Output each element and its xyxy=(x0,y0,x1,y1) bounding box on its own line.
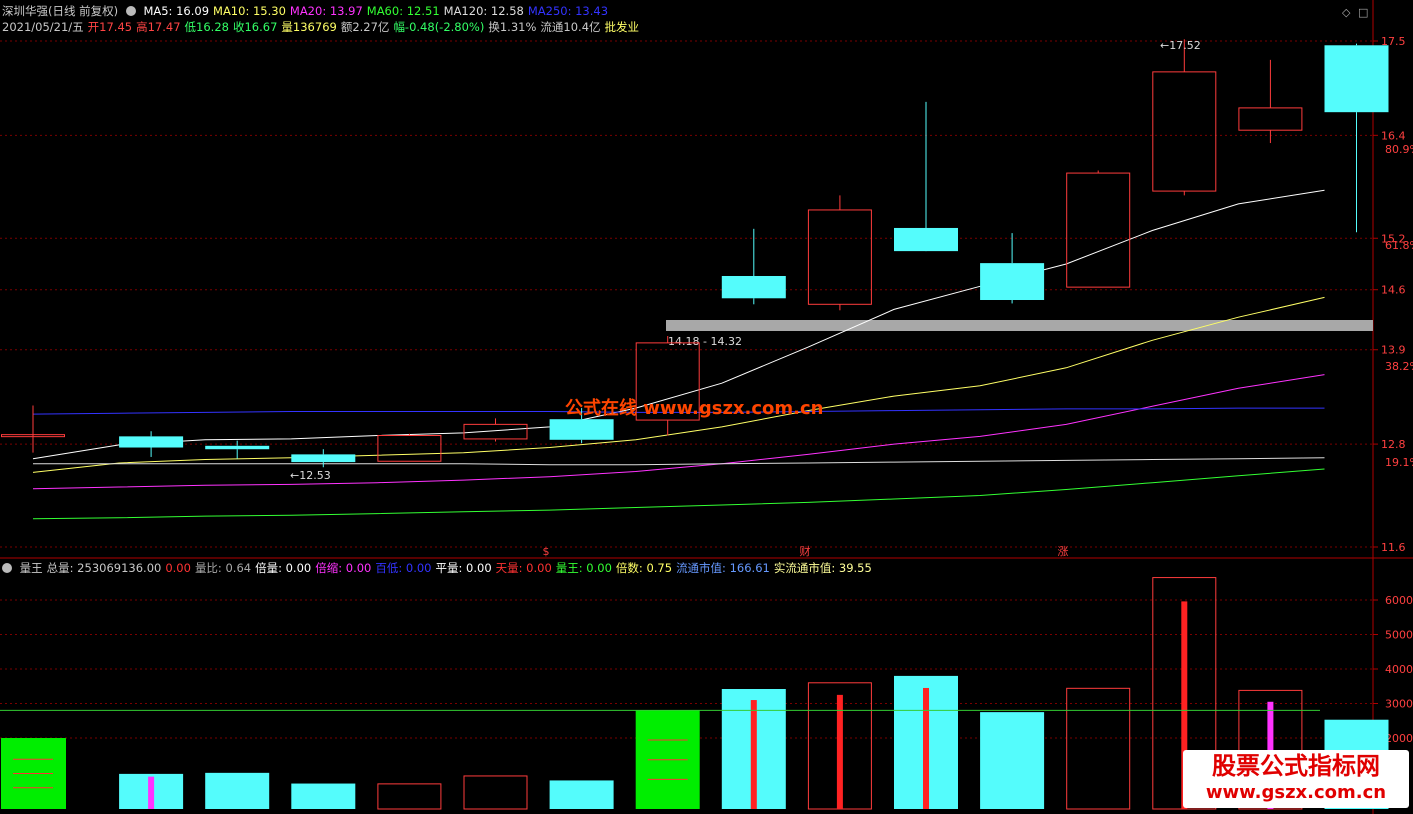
chevron-down-icon[interactable] xyxy=(2,563,12,573)
candle-body xyxy=(721,275,786,299)
fib-pct-label: 38.2% xyxy=(1385,360,1413,373)
event-marker: 财 xyxy=(800,544,811,558)
quote-info-item-3: 低16.28 xyxy=(184,20,229,34)
support-zone-label: 14.18 - 14.32 xyxy=(668,335,742,348)
volume-tick-label: 3000 xyxy=(1385,698,1413,711)
volume-bar xyxy=(377,783,442,810)
quote-info-item-10: 批发业 xyxy=(604,20,640,34)
ma-legend-item-2: MA20: 13.97 xyxy=(289,4,363,18)
candle-body xyxy=(980,263,1045,301)
watermark-url: www.gszx.com.cn xyxy=(1205,782,1387,803)
volume-legend-item-10: 倍数: 0.75 xyxy=(615,561,673,575)
candle-body xyxy=(463,423,528,440)
quote-info-item-9: 流通10.4亿 xyxy=(540,20,601,34)
volume-signal-bar xyxy=(836,694,843,809)
volume-tick-label: 5000 xyxy=(1385,629,1413,642)
price-tick-label: 14.6 xyxy=(1381,284,1406,297)
fib-pct-label: 80.9% xyxy=(1385,143,1413,156)
volume-signal-bar xyxy=(923,687,929,809)
volume-legend-item-11: 流通市值: 166.61 xyxy=(676,561,770,575)
quote-info-item-4: 收16.67 xyxy=(232,20,278,34)
diamond-icon[interactable]: ◇ xyxy=(1342,6,1350,19)
volume-legend-item-2: 0.00 xyxy=(165,561,191,575)
quote-info-item-6: 额2.27亿 xyxy=(340,20,390,34)
high-price-label: ←17.52 xyxy=(1160,39,1201,52)
ma-line-ma60 xyxy=(32,468,1325,520)
volume-bar xyxy=(980,712,1045,809)
volume-legend-item-6: 百低: 0.00 xyxy=(375,561,432,575)
ma-legend: MA5: 16.09 MA10: 15.30 MA20: 13.97 MA60: 12… xyxy=(143,4,612,18)
event-marker: 涨 xyxy=(1058,545,1069,558)
quote-info-item-7: 幅-0.48(-2.80%) xyxy=(393,20,485,34)
volume-bar xyxy=(463,775,528,810)
menu-square-icon[interactable]: □ xyxy=(1358,6,1368,19)
low-price-label: ←12.53 xyxy=(290,469,331,482)
candle-body xyxy=(1238,107,1303,131)
candle-body xyxy=(291,454,356,463)
volume-header: 量王 总量: 253069136.00 0.00 量比: 0.64 倍量: 0.00 倍缩… xyxy=(2,561,880,575)
ma-line-ma20 xyxy=(32,374,1325,490)
chevron-down-icon[interactable] xyxy=(125,6,136,16)
volume-legend: 量王 总量: 253069136.00 0.00 量比: 0.64 倍量: 0.00 倍缩… xyxy=(20,561,876,575)
candle-body xyxy=(119,436,184,448)
volume-tick-label: 4000 xyxy=(1385,663,1413,676)
ma-legend-item-5: MA250: 13.43 xyxy=(527,4,609,18)
quote-info-item-5: 量136769 xyxy=(281,20,337,34)
quote-info-item-1: 开17.45 xyxy=(87,20,133,34)
volume-legend-item-4: 倍量: 0.00 xyxy=(255,561,312,575)
volume-tick-label: 2000 xyxy=(1385,732,1413,745)
volume-tick-label: 6000 xyxy=(1385,594,1413,607)
quote-info-line: 2021/05/21/五 开17.45 高17.47 低16.28 收16.67 量136… xyxy=(2,20,643,34)
quote-info-item-2: 高17.47 xyxy=(136,20,181,34)
volume-legend-item-7: 平量: 0.00 xyxy=(435,561,492,575)
candle-body xyxy=(1324,45,1389,113)
volume-bar xyxy=(549,780,614,809)
volume-legend-item-0: 量王 xyxy=(19,561,43,575)
candle-body xyxy=(1152,71,1217,192)
candle-body xyxy=(205,445,270,450)
candle-body xyxy=(377,435,442,462)
event-marker: $ xyxy=(543,545,550,558)
ma-legend-item-4: MA120: 12.58 xyxy=(443,4,524,18)
stock-title[interactable]: 深圳华强(日线 前复权) xyxy=(2,4,118,18)
price-tick-label: 13.9 xyxy=(1381,344,1406,357)
volume-legend-item-3: 量比: 0.64 xyxy=(194,561,252,575)
candle-body xyxy=(1066,172,1131,288)
ma-legend-item-1: MA10: 15.30 xyxy=(213,4,286,18)
price-tick-label: 11.6 xyxy=(1381,541,1406,554)
quote-info-item-0: 2021/05/21/五 xyxy=(2,20,84,34)
fib-pct-label: 19.1% xyxy=(1385,456,1413,469)
volume-bar xyxy=(291,783,356,809)
volume-bar xyxy=(1066,687,1131,810)
fib-pct-label: 61.8% xyxy=(1385,239,1413,252)
volume-legend-item-1: 总量: 253069136.00 xyxy=(46,561,162,575)
candle-body xyxy=(549,419,614,440)
price-tick-label: 16.4 xyxy=(1381,129,1406,142)
volume-legend-item-8: 天量: 0.00 xyxy=(495,561,552,575)
volume-bar xyxy=(205,772,270,809)
volume-legend-item-9: 量王: 0.00 xyxy=(555,561,612,575)
quote-info-item-8: 换1.31% xyxy=(488,20,537,34)
ma-legend-item-3: MA60: 12.51 xyxy=(366,4,440,18)
volume-signal-bar xyxy=(148,776,155,809)
price-header: 深圳华强(日线 前复权) MA5: 16.09 MA10: 15.30 MA20: … xyxy=(2,4,616,18)
corner-watermark: 股票公式指标网 www.gszx.com.cn xyxy=(1183,750,1409,808)
volume-signal-bar xyxy=(750,700,757,809)
center-watermark: 公式在线 www.gszx.com.cn xyxy=(565,398,824,419)
watermark-title: 股票公式指标网 xyxy=(1212,752,1380,780)
volume-legend-item-5: 倍缩: 0.00 xyxy=(315,561,372,575)
support-zone-band xyxy=(666,320,1373,331)
price-tick-label: 12.8 xyxy=(1381,438,1406,451)
candle-body xyxy=(894,227,958,252)
ma-legend-item-0: MA5: 16.09 xyxy=(143,4,210,18)
volume-legend-item-12: 实流通市值: 39.55 xyxy=(773,561,872,575)
